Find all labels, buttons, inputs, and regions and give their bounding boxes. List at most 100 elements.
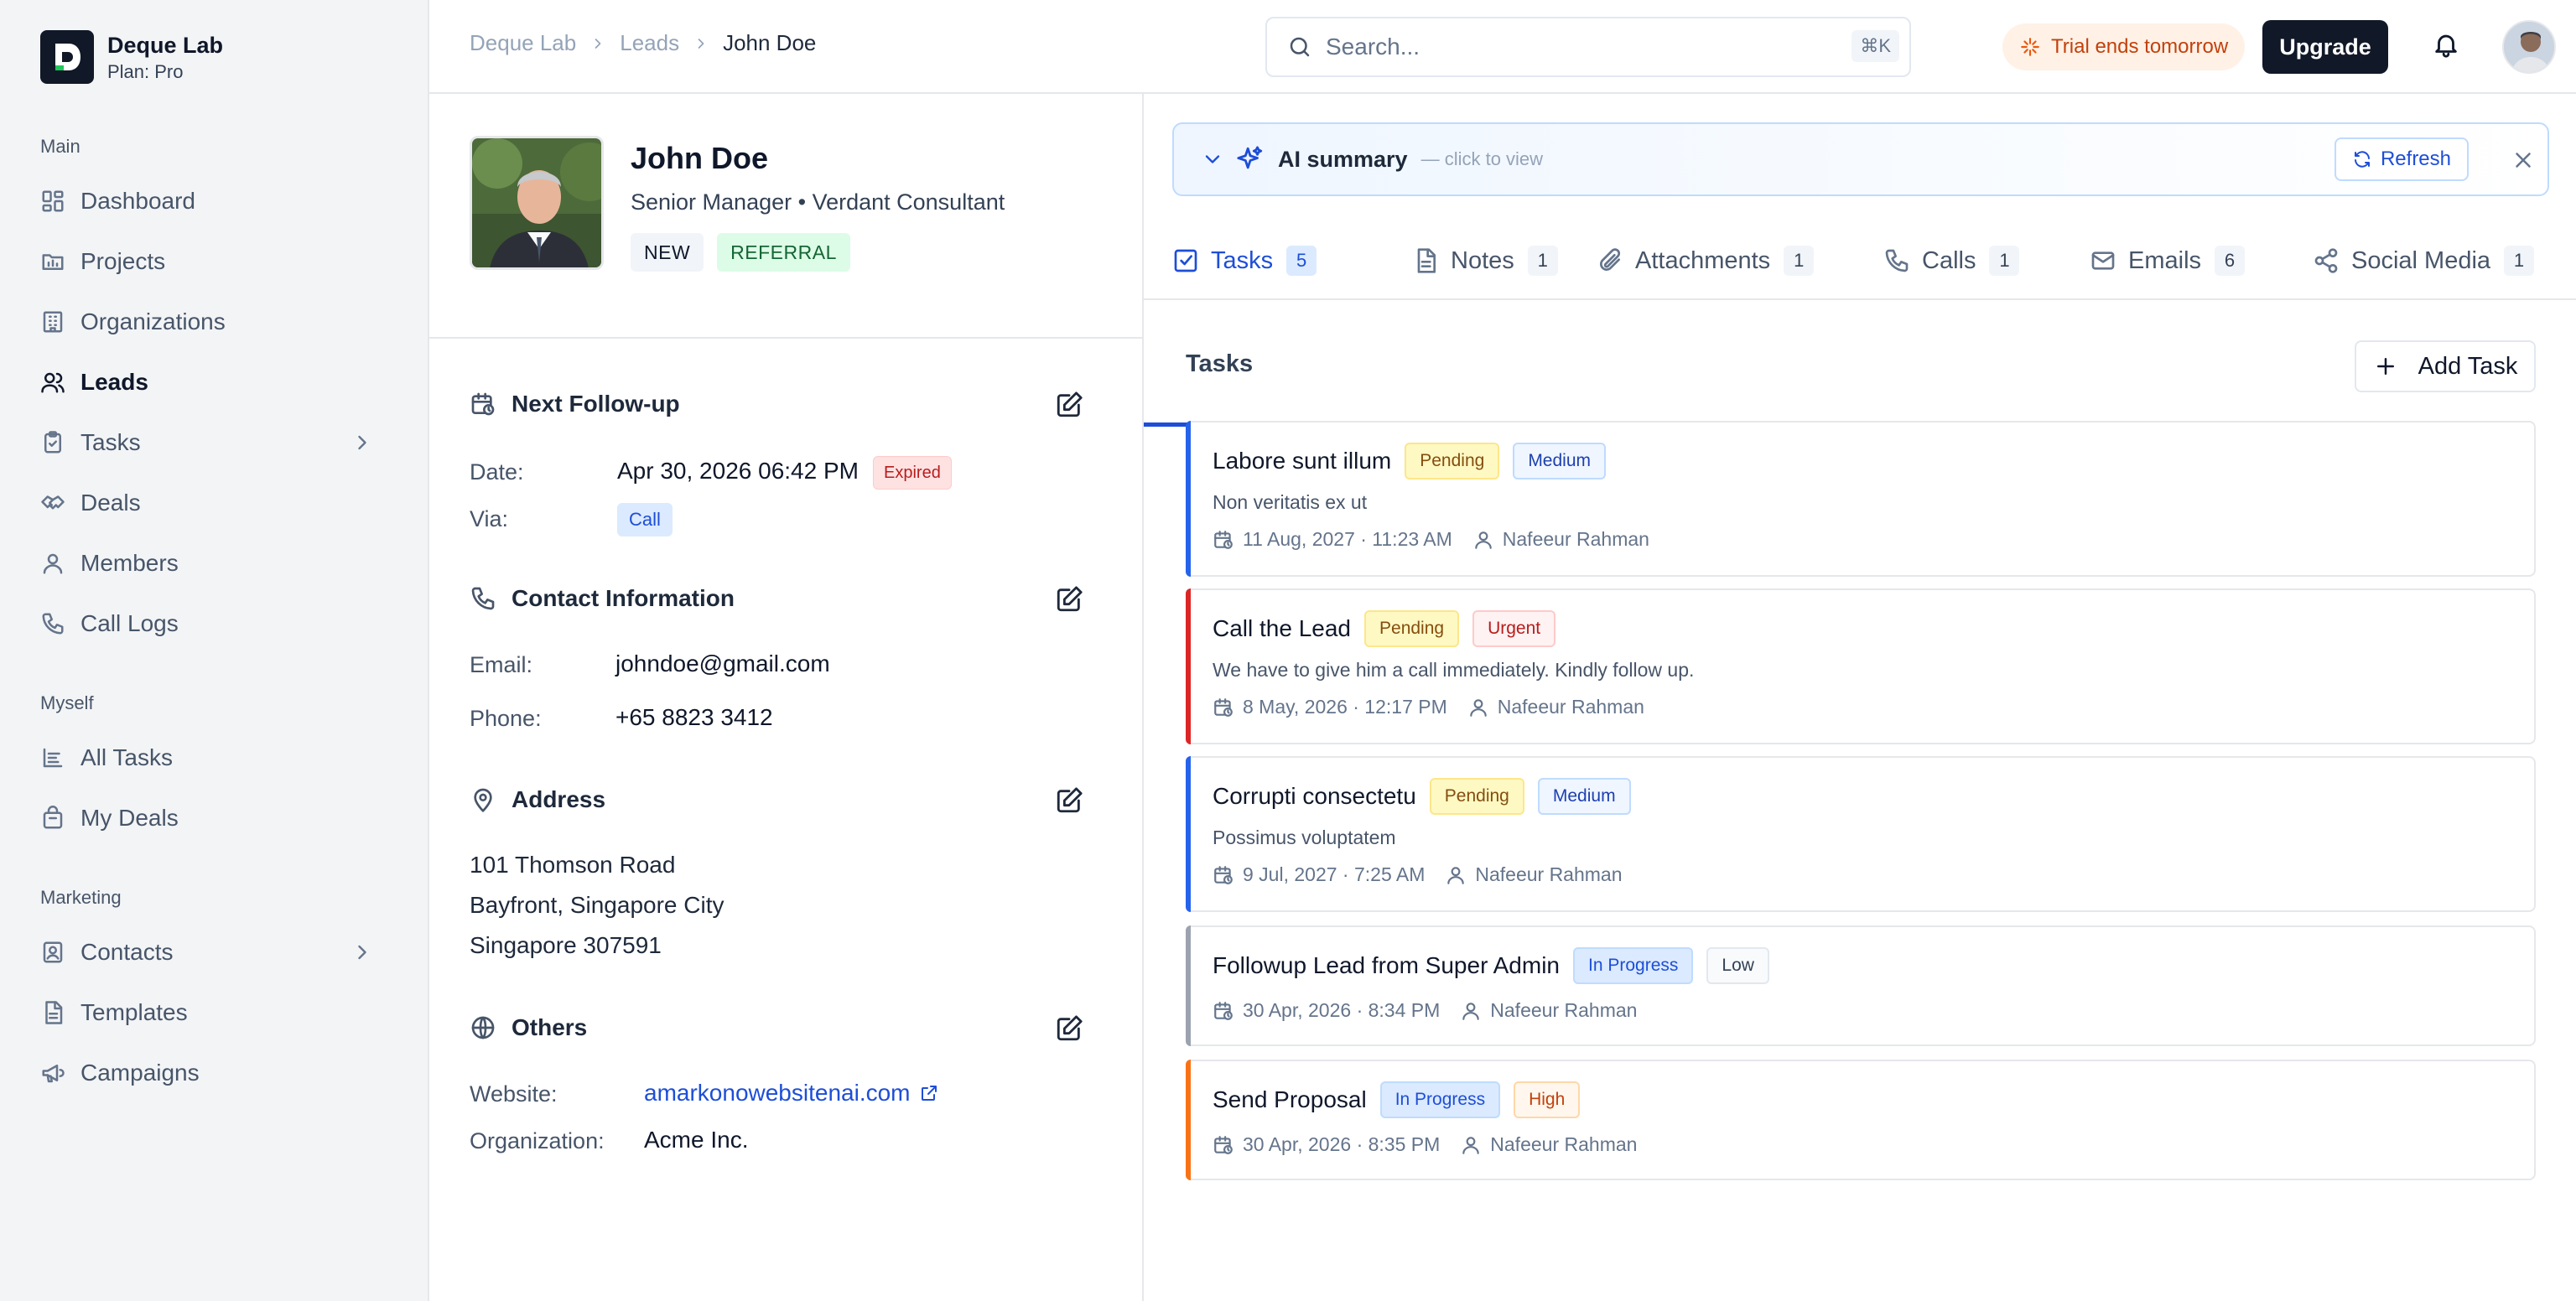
task-card[interactable]: Send Proposal In Progress High 30 Apr, 2… <box>1186 1060 2536 1180</box>
follow-up-date-label: Date: <box>470 459 524 485</box>
task-description: Non veritatis ex ut <box>1213 491 1368 513</box>
task-description: Possimus voluptatem <box>1213 827 1396 848</box>
sidebar-item-deals[interactable]: Deals <box>40 479 392 526</box>
activity-tabs: Tasks 5 Notes 1 Attachments 1 Calls 1 Em… <box>1144 221 2576 427</box>
tab-label: Tasks <box>1211 246 1274 274</box>
file-icon <box>45 1001 63 1024</box>
sidebar-item-campaigns[interactable]: Campaigns <box>40 1050 392 1096</box>
user-icon <box>1462 1136 1480 1154</box>
add-task-button[interactable]: Add Task <box>2355 340 2536 392</box>
sidebar-item-label: Dashboard <box>80 188 195 214</box>
search-box[interactable]: ⌘K <box>1265 17 1911 77</box>
tab-notes[interactable]: Notes 1 <box>1412 221 1558 300</box>
priority-badge: Low <box>1706 947 1769 984</box>
task-title: Call the Lead <box>1213 615 1352 641</box>
edit-icon <box>1057 391 1083 417</box>
user-icon <box>1462 1002 1480 1020</box>
lead-name: John Doe <box>631 141 769 175</box>
task-accent <box>1186 588 1191 744</box>
others-heading: Others <box>470 1014 587 1041</box>
ai-summary-close-button[interactable] <box>2511 148 2536 173</box>
website-label: Website: <box>470 1081 558 1107</box>
sidebar-item-templates[interactable]: Templates <box>40 989 392 1036</box>
tab-emails[interactable]: Emails 6 <box>2090 221 2246 300</box>
tab-label: Social Media <box>2351 246 2491 274</box>
edit-others-button[interactable] <box>1055 1014 1085 1044</box>
task-meta: 9 Jul, 2027 · 7:25 AM Nafeeur Rahman <box>1213 863 1623 886</box>
tab-calls[interactable]: Calls 1 <box>1883 221 2020 300</box>
calendar-clock-icon <box>1214 1135 1233 1154</box>
sidebar-item-projects[interactable]: Projects <box>40 238 392 285</box>
task-card[interactable]: Followup Lead from Super Admin In Progre… <box>1186 925 2536 1046</box>
refresh-button[interactable]: Refresh <box>2334 137 2469 181</box>
task-card[interactable]: Corrupti consectetu Pending Medium Possi… <box>1186 756 2536 912</box>
sidebar-item-dashboard[interactable]: Dashboard <box>40 178 392 225</box>
phone-value[interactable]: +65 8823 3412 <box>615 704 773 731</box>
globe-icon <box>471 1016 495 1039</box>
edit-icon <box>1057 787 1083 813</box>
sidebar-item-tasks[interactable]: Tasks <box>40 419 392 466</box>
address-line-1: 101 Thomson Road <box>470 852 676 878</box>
tab-tasks[interactable]: Tasks 5 <box>1172 221 1317 300</box>
tasks-heading: Tasks <box>1186 350 1254 377</box>
chevron-down-icon <box>1205 155 1220 163</box>
sidebar-item-call-logs[interactable]: Call Logs <box>40 600 392 647</box>
sidebar-item-leads[interactable]: Leads <box>40 359 392 406</box>
task-card[interactable]: Call the Lead Pending Urgent We have to … <box>1186 588 2536 744</box>
edit-address-button[interactable] <box>1055 786 1085 816</box>
task-assignee: Nafeeur Rahman <box>1490 999 1638 1021</box>
follow-up-date-value: Apr 30, 2026 06:42 PM <box>617 458 859 484</box>
task-meta: 8 May, 2026 · 12:17 PM Nafeeur Rahman <box>1213 696 1644 718</box>
trial-badge[interactable]: Trial ends tomorrow <box>2002 23 2246 70</box>
sidebar-item-contacts[interactable]: Contacts <box>40 929 392 976</box>
lead-title: Senior Manager • Verdant Consultant <box>631 189 1005 215</box>
lead-photo <box>470 136 604 270</box>
calendar-clock-icon <box>1214 697 1233 717</box>
breadcrumb-workspace[interactable]: Deque Lab <box>470 30 576 56</box>
sidebar-item-label: Call Logs <box>80 610 179 636</box>
plus-icon <box>2376 358 2394 375</box>
refresh-icon <box>2354 151 2370 168</box>
sidebar-item-label: Organizations <box>80 308 226 334</box>
upgrade-button[interactable]: Upgrade <box>2262 20 2388 74</box>
ai-summary-bar[interactable]: AI summary — click to view Refresh <box>1172 122 2549 196</box>
tab-social-media[interactable]: Social Media 1 <box>2313 221 2535 300</box>
calendar-clock-icon <box>471 392 495 416</box>
avatar-image <box>2504 22 2554 72</box>
ai-summary-toggle[interactable] <box>1201 148 1224 171</box>
notifications-button[interactable] <box>2432 30 2460 59</box>
email-value[interactable]: johndoe@gmail.com <box>615 650 830 677</box>
priority-badge: High <box>1514 1081 1581 1118</box>
tag-referral: REFERRAL <box>717 233 850 272</box>
edit-contact-button[interactable] <box>1055 585 1085 615</box>
task-accent <box>1186 756 1191 912</box>
website-link[interactable]: amarkonowebsitenai.com <box>644 1080 939 1107</box>
task-meta: 11 Aug, 2027 · 11:23 AM Nafeeur Rahman <box>1213 528 1649 551</box>
phone-icon <box>42 613 64 635</box>
sidebar-item-label: Deals <box>80 490 141 516</box>
tab-attachments[interactable]: Attachments 1 <box>1597 221 1815 300</box>
external-link-icon <box>921 1086 937 1101</box>
projects-icon <box>42 254 64 270</box>
sidebar-item-organizations[interactable]: Organizations <box>40 298 392 345</box>
chevron-right-icon <box>358 435 366 450</box>
search-input[interactable] <box>1326 34 1812 60</box>
task-title: Corrupti consectetu <box>1213 783 1416 809</box>
workspace-switcher[interactable]: Deque Lab Plan: Pro <box>40 30 223 84</box>
users-icon <box>41 372 65 393</box>
sparkle-icon <box>2021 38 2039 56</box>
sidebar-item-all-tasks[interactable]: All Tasks <box>40 734 392 781</box>
status-badge: Pending <box>1429 778 1524 815</box>
sidebar-item-members[interactable]: Members <box>40 540 392 587</box>
sidebar-item-my-deals[interactable]: My Deals <box>40 795 392 842</box>
edit-follow-up-button[interactable] <box>1055 391 1085 421</box>
tab-label: Calls <box>1922 246 1976 274</box>
user-avatar[interactable] <box>2502 20 2556 74</box>
search-shortcut: ⌘K <box>1852 30 1899 62</box>
ai-sparkles-icon <box>1237 146 1263 169</box>
task-card[interactable]: Labore sunt illum Pending Medium Non ver… <box>1186 421 2536 577</box>
follow-up-heading: Next Follow-up <box>470 391 680 417</box>
chevron-right-icon <box>358 945 366 960</box>
breadcrumb-leads[interactable]: Leads <box>620 30 679 56</box>
refresh-label: Refresh <box>2380 148 2452 170</box>
